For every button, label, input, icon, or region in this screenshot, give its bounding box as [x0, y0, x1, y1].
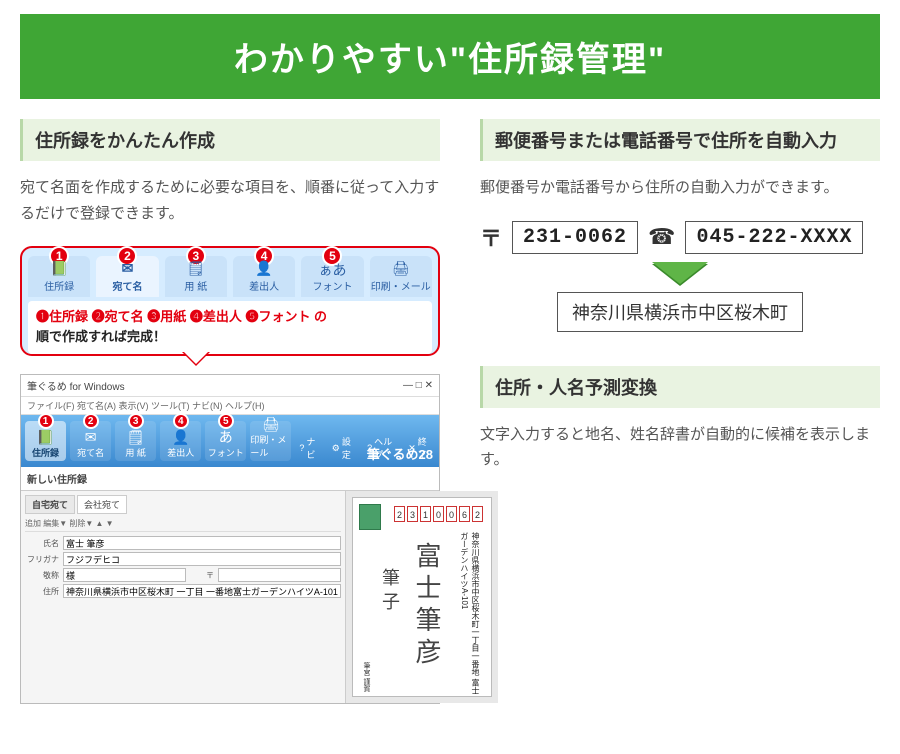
phone-number-box[interactable]: 045-222-XXXX	[685, 221, 863, 254]
printer-icon: 🖨	[262, 417, 280, 431]
preview-from: 筆宮 謹賀	[361, 662, 371, 692]
preview-address: 神奈川県横浜市中区桜木町一丁目一番地 富士ガーデンハイツA-101	[459, 532, 481, 696]
app-title: 筆ぐるめ for Windows	[27, 378, 125, 393]
person-icon: 👤	[233, 260, 295, 277]
workflow-step-print[interactable]: 🖨 印刷・メール	[370, 256, 432, 297]
stamp-icon	[359, 504, 381, 530]
lookup-row: 〒 231-0062 ☎ 045-222-XXXX	[480, 221, 880, 254]
app-brand: 筆ぐるめ28	[367, 444, 433, 463]
app-menubar[interactable]: ファイル(F) 宛て名(A) 表示(V) ツール(T) ナビ(N) ヘルプ(H)	[21, 397, 439, 415]
app-ribbon: 1📗 住所録 2✉ 宛て名 3🗒 用 紙 4👤 差出人 5あ フォント 🖨 印刷…	[21, 415, 439, 467]
book-icon: 📗	[28, 260, 90, 277]
right-subheading-1: 郵便番号または電話番号で住所を自動入力	[480, 119, 880, 161]
nav-button: ? ナビ	[299, 435, 323, 461]
person-icon: 👤	[172, 430, 189, 444]
arrow-down-icon	[652, 262, 708, 284]
font-icon: あ	[219, 430, 233, 444]
record-editor: 自宅宛て 会社宛て 追加 編集▼ 削除▼ ▲ ▼ 氏名 フリガナ 敬称 〒 住所	[21, 491, 346, 703]
resolved-address-box: 神奈川県横浜市中区桜木町	[557, 292, 803, 332]
addressbook-title: 新しい住所録	[21, 467, 439, 491]
workflow-step-paper[interactable]: 3 🗒 用 紙	[165, 256, 227, 297]
ribbon-paper[interactable]: 3🗒 用 紙	[115, 421, 156, 461]
ribbon-addressbook[interactable]: 1📗 住所録	[25, 421, 66, 461]
left-body: 宛て名面を作成するために必要な項目を、順番に従って入力するだけで登録できます。	[20, 175, 440, 226]
ribbon-sender[interactable]: 4👤 差出人	[160, 421, 201, 461]
ribbon-print[interactable]: 🖨 印刷・メール	[250, 421, 291, 461]
right-body-1: 郵便番号か電話番号から住所の自動入力ができます。	[480, 175, 880, 201]
left-subheading: 住所録をかんたん作成	[20, 119, 440, 161]
workflow-step-font[interactable]: 5 ぁあ フォント	[301, 256, 363, 297]
ribbon-atena[interactable]: 2✉ 宛て名	[70, 421, 111, 461]
workflow-caption: ❶住所録 ❷宛て名 ❸用紙 ❹差出人 ❺フォント の 順で作成すれば完成！	[28, 301, 432, 354]
suffix-field[interactable]	[63, 568, 186, 582]
app-window: 筆ぐるめ for Windows — □ ✕ ファイル(F) 宛て名(A) 表示…	[20, 374, 440, 704]
tab-home-address[interactable]: 自宅宛て	[25, 495, 75, 514]
hero-title: わかりやすい"住所録管理"	[234, 41, 666, 79]
workflow-step-atena[interactable]: 2 ✉ 宛て名	[96, 256, 158, 297]
book-icon: 📗	[37, 430, 54, 444]
preview-name-sub: 筆子	[377, 568, 403, 616]
printer-icon: 🖨	[370, 260, 432, 277]
paper-icon: 🗒	[165, 260, 227, 277]
callout-tail-icon	[182, 352, 210, 366]
address-field[interactable]	[63, 584, 341, 598]
record-toolbar[interactable]: 追加 編集▼ 削除▼ ▲ ▼	[25, 516, 341, 532]
envelope-icon: ✉	[85, 430, 97, 444]
phone-icon: ☎	[648, 224, 675, 250]
preview-name-main: 富士筆彦	[408, 542, 445, 670]
kana-field[interactable]	[63, 552, 341, 566]
postal-mark-icon: 〒	[480, 221, 502, 253]
workflow-step-sender[interactable]: 4 👤 差出人	[233, 256, 295, 297]
tab-work-address[interactable]: 会社宛て	[77, 495, 127, 514]
hero-banner: わかりやすい"住所録管理"	[20, 14, 880, 99]
right-subheading-2: 住所・人名予測変換	[480, 366, 880, 408]
right-body-2: 文字入力すると地名、姓名辞書が自動的に候補を表示します。	[480, 422, 880, 473]
envelope-icon: ✉	[96, 260, 158, 277]
settings-button: ⚙ 設定	[332, 435, 359, 461]
font-icon: ぁあ	[301, 260, 363, 280]
postcard-preview: 2310062 神奈川県横浜市中区桜木町一丁目一番地 富士ガーデンハイツA-10…	[346, 491, 498, 703]
ribbon-font[interactable]: 5あ フォント	[205, 421, 246, 461]
name-field[interactable]	[63, 536, 341, 550]
paper-icon: 🗒	[127, 430, 145, 444]
postal-code-box[interactable]: 231-0062	[512, 221, 638, 254]
zip-field[interactable]	[218, 568, 341, 582]
workflow-callout: 1 📗 住所録 2 ✉ 宛て名 3 🗒 用 紙 4 👤 差出人	[20, 246, 440, 356]
workflow-step-addressbook[interactable]: 1 📗 住所録	[28, 256, 90, 297]
preview-zip: 2310062	[394, 506, 483, 522]
window-controls[interactable]: — □ ✕	[403, 380, 433, 391]
